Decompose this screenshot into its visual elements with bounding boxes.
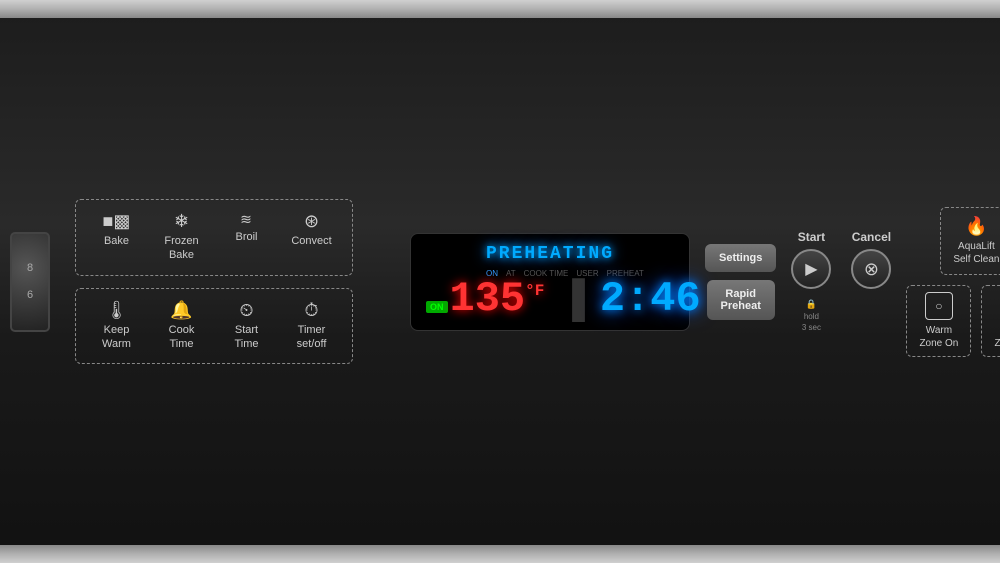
frozen-icon: ❄ [174,212,189,230]
cooking-mode-group: ■▩ Bake ❄ FrozenBake ≋ Broil ⊛ Convect [75,199,353,276]
temp-time-row: ON 135°F ▐ 2:46 [426,278,674,320]
convect-icon: ⊛ [304,212,319,230]
cook-time-label: CookTime [169,323,195,352]
starttime-icon: ⏲ [239,301,253,319]
settings-button[interactable]: Settings [705,244,776,272]
aqualift-icon: 🔥 [965,216,987,237]
cancel-button[interactable]: ⊗ [851,249,891,289]
rapid-preheat-label: RapidPreheat [721,288,761,312]
cancel-label: Cancel [852,230,891,244]
warm-zone-off-button[interactable]: ⊗ Warm Zone Off [981,285,1000,357]
start-label: Start [798,230,825,244]
bottom-button-row: 🌡 KeepWarm 🔔 CookTime ⏲ StartTime ⏱ Time… [75,288,395,365]
temperature-display: 135°F [450,278,545,320]
keepwarm-icon: 🌡 [105,301,128,319]
warm-zone-on-label: Warm Zone On [917,324,960,350]
lock-icon: 🔒 [806,299,817,309]
trim-bottom [0,545,1000,563]
frozen-bake-button[interactable]: ❄ FrozenBake [149,206,214,269]
x-icon: ⊗ [864,259,879,280]
aqualift-button[interactable]: 🔥 AquaLiftSelf Clean [940,207,1000,275]
cancel-group: Cancel ⊗ [851,230,891,289]
aqualift-label: AquaLiftSelf Clean [953,240,999,266]
trim-top [0,0,1000,18]
start-time-label: StartTime [234,323,258,352]
oven-panel: 8 6 ■▩ Bake ❄ FrozenBake ≋ [0,0,1000,563]
cook-time-button[interactable]: 🔔 CookTime [149,295,214,358]
warm-zone-on-button[interactable]: ○ Warm Zone On [906,285,971,357]
broil-icon: ≋ [240,212,253,226]
timer-icon: ⏱ [304,301,318,319]
display-panel: PREHEATING ON AT COOK TIME USER PREHEAT … [410,233,690,331]
top-button-row: ■▩ Bake ❄ FrozenBake ≋ Broil ⊛ Convect [75,199,395,276]
convect-button[interactable]: ⊛ Convect [279,206,344,269]
right-section: 🔥 AquaLiftSelf Clean ○ Warm Zone On ⊗ Wa… [906,207,1000,357]
temp-unit: °F [525,282,544,300]
main-content: ■▩ Bake ❄ FrozenBake ≋ Broil ⊛ Convect [20,199,980,364]
start-cancel-area: Start ▶ 🔒 hold3 sec Cancel ⊗ [791,230,891,333]
start-time-button[interactable]: ⏲ StartTime [214,295,279,358]
warm-zone-off-label: Warm Zone Off [992,324,1000,350]
broil-label: Broil [235,230,257,244]
frozen-bake-label: FrozenBake [164,234,198,263]
temperature-knob[interactable]: 8 6 [10,232,50,332]
play-icon: ▶ [805,259,817,279]
status-text: PREHEATING [486,244,614,264]
bake-label: Bake [104,234,129,248]
timer-button[interactable]: ⏱ Timerset/off [279,295,344,358]
convect-label: Convect [291,234,331,248]
bake-icon: ■▩ [103,212,131,230]
hold-text: hold3 sec [802,312,821,333]
cooktime-icon: 🔔 [170,301,192,319]
on-badge: ON [426,301,448,313]
left-buttons: ■▩ Bake ❄ FrozenBake ≋ Broil ⊛ Convect [75,199,395,364]
warm-zone-row: ○ Warm Zone On ⊗ Warm Zone Off [906,285,1000,357]
keep-warm-button[interactable]: 🌡 KeepWarm [84,295,149,358]
hold-info: 🔒 hold3 sec [802,294,821,333]
center-controls: Settings RapidPreheat [705,244,776,320]
timer-label: Timerset/off [297,323,327,352]
display-separator: ▐ [559,278,585,320]
time-display: 2:46 [600,278,701,320]
broil-button[interactable]: ≋ Broil [214,206,279,269]
rapid-preheat-button[interactable]: RapidPreheat [707,280,775,320]
bake-button[interactable]: ■▩ Bake [84,206,149,269]
knob-area: 8 6 [0,18,60,545]
keep-warm-label: KeepWarm [102,323,131,352]
display-header: PREHEATING [426,244,674,264]
start-button[interactable]: ▶ [791,249,831,289]
start-group: Start ▶ 🔒 hold3 sec [791,230,831,333]
warm-on-icon: ○ [925,292,953,320]
time-function-group: 🌡 KeepWarm 🔔 CookTime ⏲ StartTime ⏱ Time… [75,288,353,365]
